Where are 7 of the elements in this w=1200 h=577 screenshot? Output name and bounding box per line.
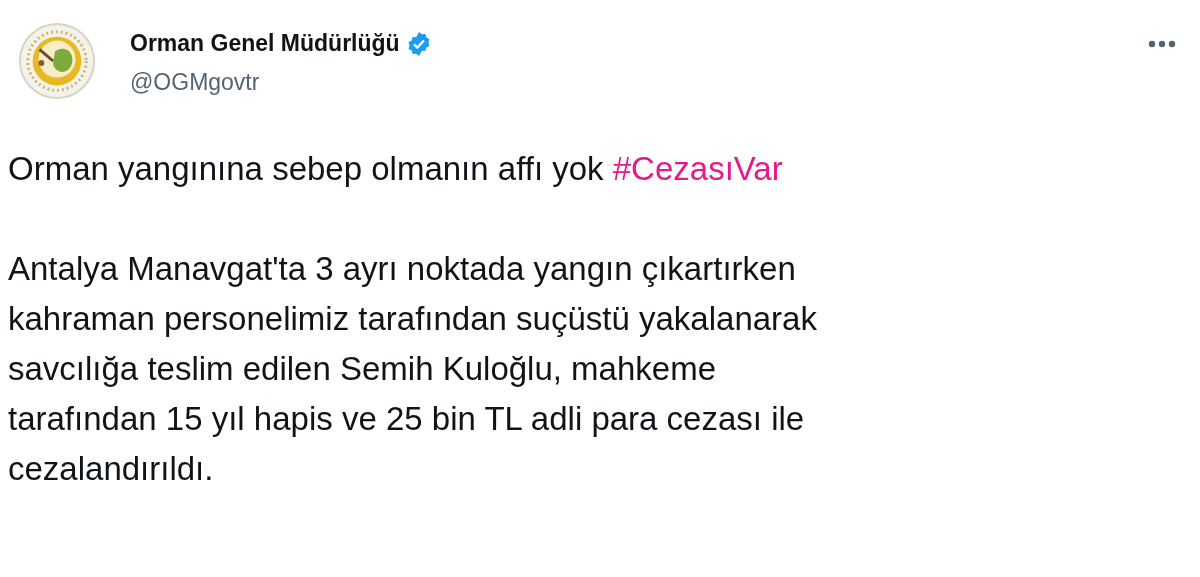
hashtag-link[interactable]: #CezasıVar: [612, 150, 783, 187]
tweet-text: Orman yangınına sebep olmanın affı yok #CezasıVar: [8, 149, 784, 189]
account-name[interactable]: Orman Genel Müdürlüğü: [130, 30, 400, 57]
tweet-text: Antalya Manavgat'ta 3 ayrı noktada yangın çıkartırken kahraman personelimiz tarafından suçüstü yakalanarak savcılığa teslim edilen Semih Kuloğlu, mahkeme tarafından 15 yıl hapis ve 25 bin TL adli para cezası ile cezalandırıldı.: [8, 249, 818, 489]
more-icon[interactable]: [1148, 40, 1176, 48]
account-handle[interactable]: @OGMgovtr: [130, 69, 432, 96]
logo-icon: [18, 22, 96, 100]
